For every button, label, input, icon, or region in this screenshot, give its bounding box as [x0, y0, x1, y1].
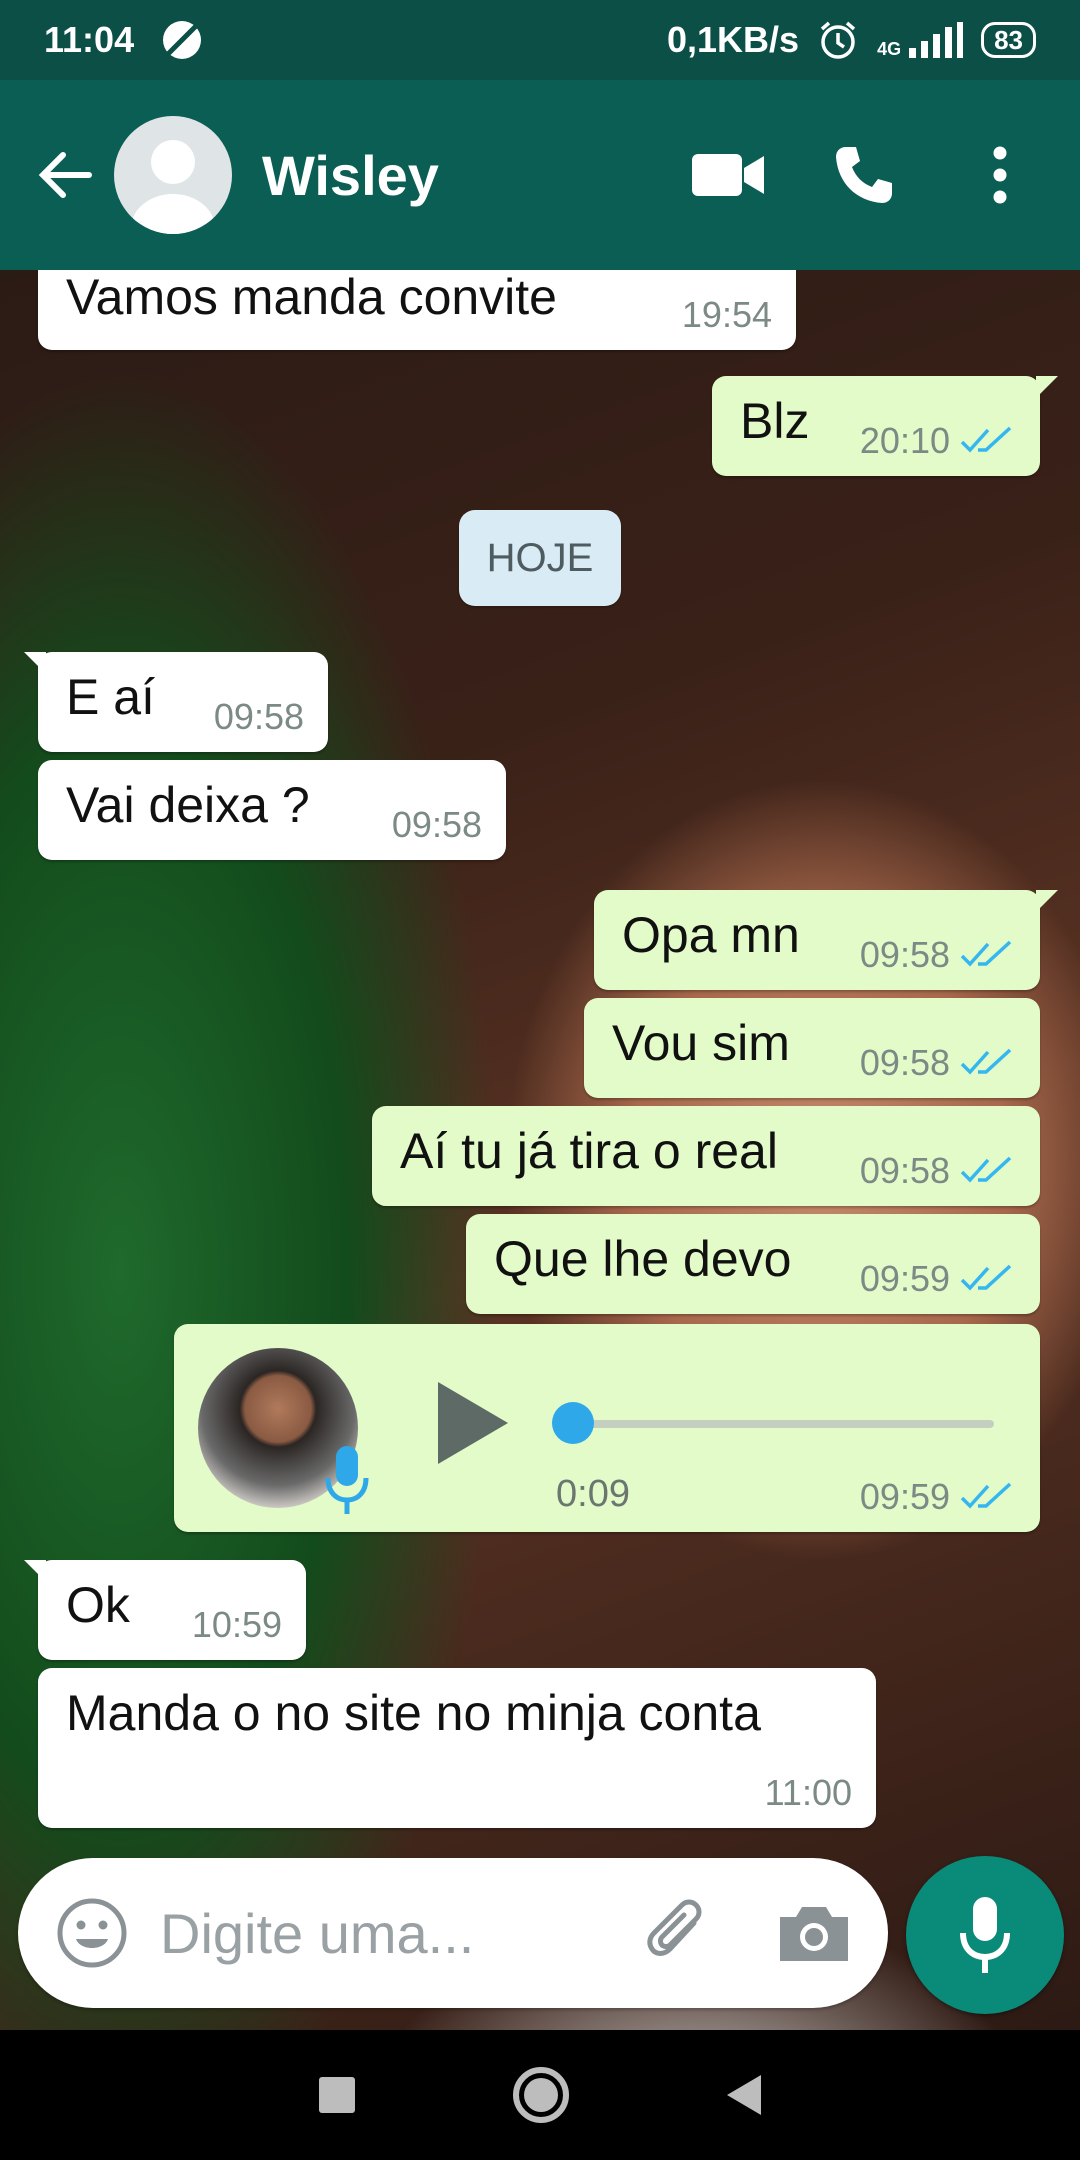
system-nav-bar — [0, 2030, 1080, 2160]
audio-progress-track[interactable] — [564, 1420, 994, 1428]
signal-icon — [909, 22, 964, 58]
phone-icon — [836, 147, 892, 203]
outgoing-message[interactable]: Opa mn 09:58 — [594, 890, 1058, 990]
message-time: 09:58 — [391, 804, 482, 845]
message-text: Manda o no site no minja conta — [66, 1685, 761, 1741]
recents-button[interactable] — [319, 2077, 355, 2113]
read-ticks-icon — [960, 426, 1012, 453]
message-time: 09:58 — [859, 1042, 950, 1083]
audio-progress-handle[interactable] — [552, 1402, 594, 1444]
incoming-message[interactable]: Ok 10:59 — [24, 1560, 306, 1660]
message-time: 09:58 — [859, 934, 950, 975]
home-button[interactable] — [513, 2067, 569, 2123]
incoming-message[interactable]: Vai deixa ? 09:58 — [38, 760, 506, 860]
message-time: 09:59 — [859, 1476, 950, 1517]
bubble-tail — [24, 652, 46, 674]
back-button[interactable] — [20, 130, 110, 220]
read-ticks-icon — [960, 1482, 1012, 1509]
outgoing-message[interactable]: Aí tu já tira o real 09:58 — [372, 1106, 1040, 1206]
video-call-button[interactable] — [688, 135, 768, 215]
message-text: Que lhe devo — [494, 1231, 792, 1287]
status-bar: 11:04 0,1KB/s 4G 83 — [0, 0, 1080, 80]
network-type: 4G — [877, 39, 902, 59]
incoming-message[interactable]: E aí 09:58 — [24, 652, 328, 752]
message-time: 10:59 — [191, 1604, 282, 1645]
voice-duration: 0:09 — [556, 1473, 630, 1515]
message-text: Aí tu já tira o real — [400, 1123, 778, 1179]
outgoing-message[interactable]: Vou sim 09:58 — [584, 998, 1040, 1098]
message-meta: 09:58 — [860, 934, 1016, 976]
bubble-tail — [1036, 890, 1058, 912]
back-arrow-icon — [38, 152, 92, 198]
read-ticks-icon — [960, 1264, 1012, 1291]
voice-call-button[interactable] — [824, 135, 904, 215]
incoming-message[interactable]: Vamos manda convite 19:54 — [38, 270, 796, 350]
microphone-icon — [325, 1446, 369, 1514]
message-text: Vamos manda convite — [66, 270, 557, 325]
message-time: 11:00 — [764, 1772, 852, 1813]
camera-icon[interactable] — [774, 1893, 854, 1973]
microphone-icon — [960, 1897, 1010, 1973]
message-time: 09:58 — [213, 696, 304, 737]
network-speed: 0,1KB/s — [666, 19, 800, 60]
message-time: 09:58 — [859, 1150, 950, 1191]
battery-indicator: 83 — [981, 22, 1036, 58]
bubble-tail — [1036, 376, 1058, 398]
message-input-bar: Digite uma... — [18, 1858, 888, 2008]
message-time: 20:10 — [859, 420, 950, 461]
signal-indicator: 4G — [877, 22, 964, 59]
incoming-message[interactable]: Manda o no site no minja conta 11:00 — [38, 1668, 876, 1828]
message-text: Ok — [66, 1577, 130, 1633]
message-meta: 09:59 — [860, 1476, 1016, 1518]
message-time: 19:54 — [681, 294, 772, 335]
message-text: Opa mn — [622, 907, 800, 963]
chat-header: Wisley — [0, 80, 1080, 270]
message-text: E aí — [66, 669, 155, 725]
message-text: Vou sim — [612, 1015, 790, 1071]
video-call-icon — [692, 154, 764, 196]
message-meta: 09:58 — [860, 1042, 1016, 1084]
more-options-button[interactable] — [960, 135, 1040, 215]
message-time: 09:59 — [859, 1258, 950, 1299]
read-ticks-icon — [960, 1048, 1012, 1075]
message-input[interactable]: Digite uma... — [160, 1901, 638, 1966]
more-options-icon — [993, 146, 1007, 204]
play-button-icon[interactable] — [432, 1378, 512, 1468]
record-voice-button[interactable] — [906, 1856, 1064, 2014]
attachment-icon[interactable] — [638, 1893, 718, 1973]
voice-message[interactable]: 0:09 09:59 — [174, 1324, 1040, 1532]
message-meta: 09:58 — [860, 1150, 1016, 1192]
read-ticks-icon — [960, 1156, 1012, 1183]
bubble-tail — [24, 1560, 46, 1582]
date-separator: HOJE — [459, 510, 621, 606]
read-ticks-icon — [960, 940, 1012, 967]
contact-name[interactable]: Wisley — [262, 143, 439, 208]
back-button[interactable] — [727, 2075, 761, 2115]
default-avatar-icon — [131, 140, 215, 234]
alarm-icon — [820, 21, 856, 59]
contact-avatar[interactable] — [114, 116, 232, 234]
outgoing-message[interactable]: Que lhe devo 09:59 — [466, 1214, 1040, 1314]
chat-area[interactable]: Vamos manda convite 19:54 Blz 20:10 HOJE… — [0, 270, 1080, 2030]
status-time: 11:04 — [44, 19, 135, 60]
message-meta: 09:59 — [860, 1258, 1016, 1300]
outgoing-message[interactable]: Blz 20:10 — [712, 376, 1058, 476]
message-meta: 20:10 — [860, 420, 1016, 462]
message-text: Vai deixa ? — [66, 777, 310, 833]
data-saver-icon — [163, 21, 202, 59]
message-text: Blz — [740, 393, 810, 449]
emoji-icon[interactable] — [52, 1893, 132, 1973]
